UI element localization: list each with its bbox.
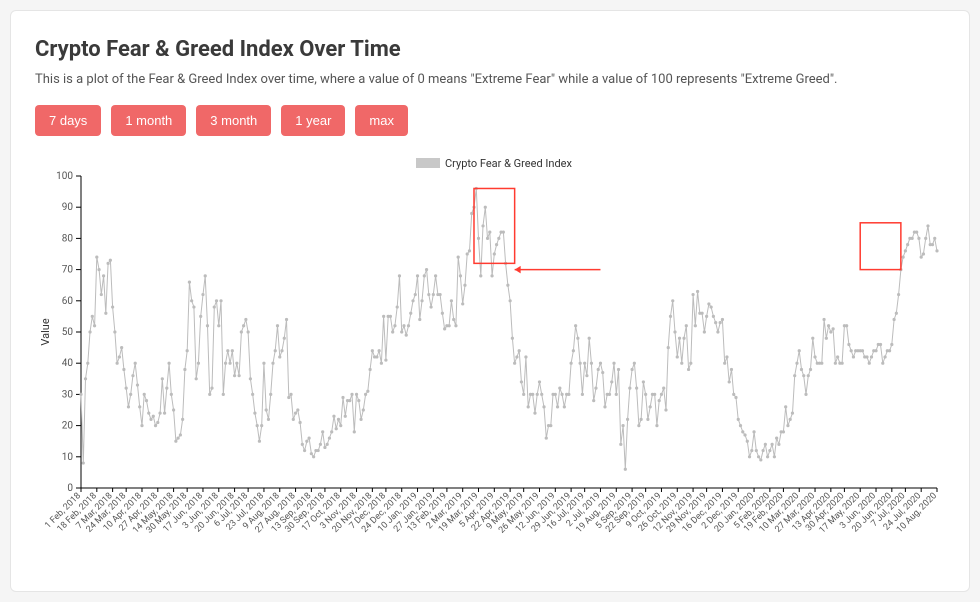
svg-text:10: 10 xyxy=(62,452,74,463)
page-subtitle: This is a plot of the Fear & Greed Index… xyxy=(35,72,945,87)
svg-text:90: 90 xyxy=(62,202,74,213)
chart-area: Crypto Fear & Greed Index 0 10 20 30 40 50 60 70… xyxy=(35,154,947,574)
time-range-buttons: 7 days 1 month 3 month 1 year max xyxy=(35,105,945,136)
chart-card: Crypto Fear & Greed Index Over Time This… xyxy=(10,10,970,592)
svg-text:20: 20 xyxy=(62,421,74,432)
svg-text:50: 50 xyxy=(62,327,74,338)
svg-text:60: 60 xyxy=(62,296,74,307)
range-3month-button[interactable]: 3 month xyxy=(196,105,271,136)
range-1month-button[interactable]: 1 month xyxy=(111,105,186,136)
legend-label: Crypto Fear & Greed Index xyxy=(445,157,572,170)
annotation-arrowhead xyxy=(515,266,521,274)
svg-text:0: 0 xyxy=(67,483,73,494)
series-line xyxy=(81,189,937,470)
range-1year-button[interactable]: 1 year xyxy=(281,105,345,136)
svg-text:70: 70 xyxy=(62,265,74,276)
svg-text:Value: Value xyxy=(39,318,52,345)
svg-text:30: 30 xyxy=(62,389,74,400)
range-max-button[interactable]: max xyxy=(355,105,408,136)
page-title: Crypto Fear & Greed Index Over Time xyxy=(35,37,945,62)
annotation-rect xyxy=(860,223,901,270)
chart-svg: Crypto Fear & Greed Index 0 10 20 30 40 50 60 70… xyxy=(35,154,947,574)
svg-text:40: 40 xyxy=(62,358,74,369)
svg-text:80: 80 xyxy=(62,233,74,244)
svg-text:100: 100 xyxy=(56,171,73,182)
range-7days-button[interactable]: 7 days xyxy=(35,105,101,136)
